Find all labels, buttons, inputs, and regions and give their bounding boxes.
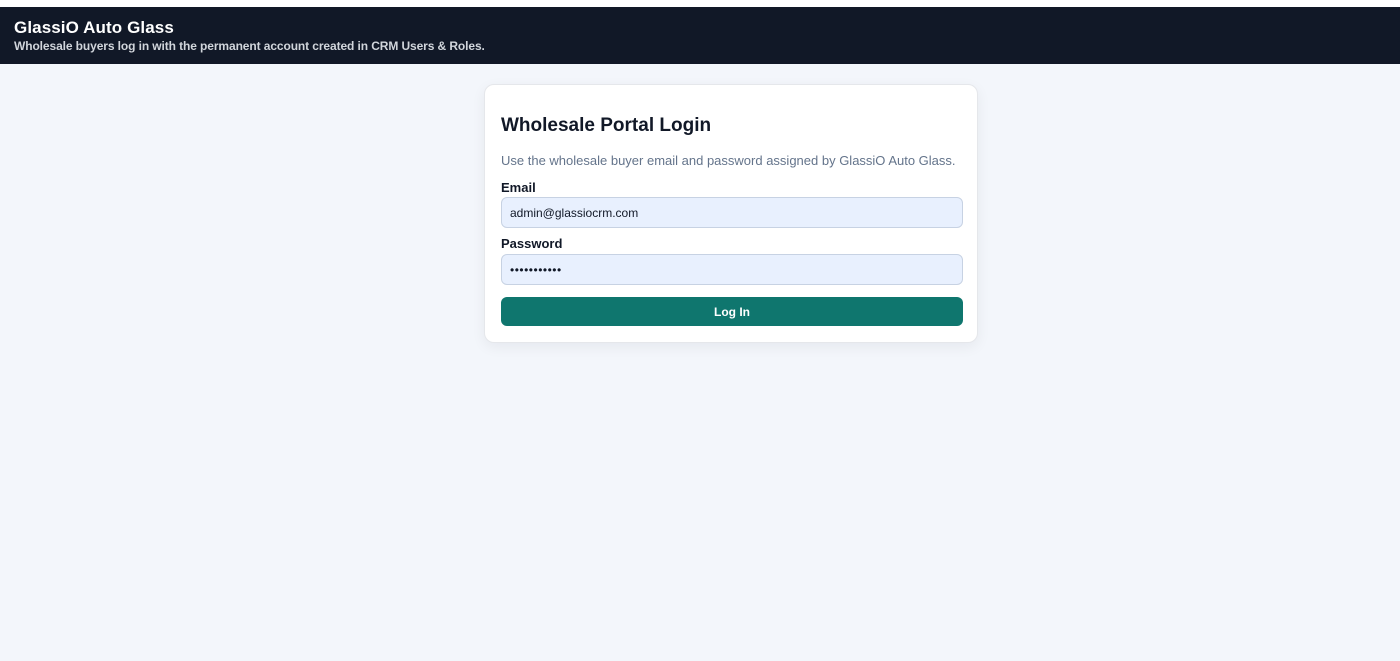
- login-description: Use the wholesale buyer email and passwo…: [501, 153, 956, 168]
- header-subtitle: Wholesale buyers log in with the permane…: [14, 39, 485, 53]
- password-field[interactable]: [501, 254, 963, 285]
- login-button[interactable]: Log In: [501, 297, 963, 326]
- login-title: Wholesale Portal Login: [501, 115, 712, 136]
- login-card: Wholesale Portal Login Use the wholesale…: [484, 84, 978, 343]
- top-strip: [0, 0, 1400, 7]
- email-field[interactable]: [501, 197, 963, 228]
- email-label: Email: [501, 180, 536, 195]
- password-label: Password: [501, 236, 563, 251]
- site-header: GlassiO Auto Glass Wholesale buyers log …: [0, 7, 1400, 64]
- brand-title: GlassiO Auto Glass: [14, 18, 174, 37]
